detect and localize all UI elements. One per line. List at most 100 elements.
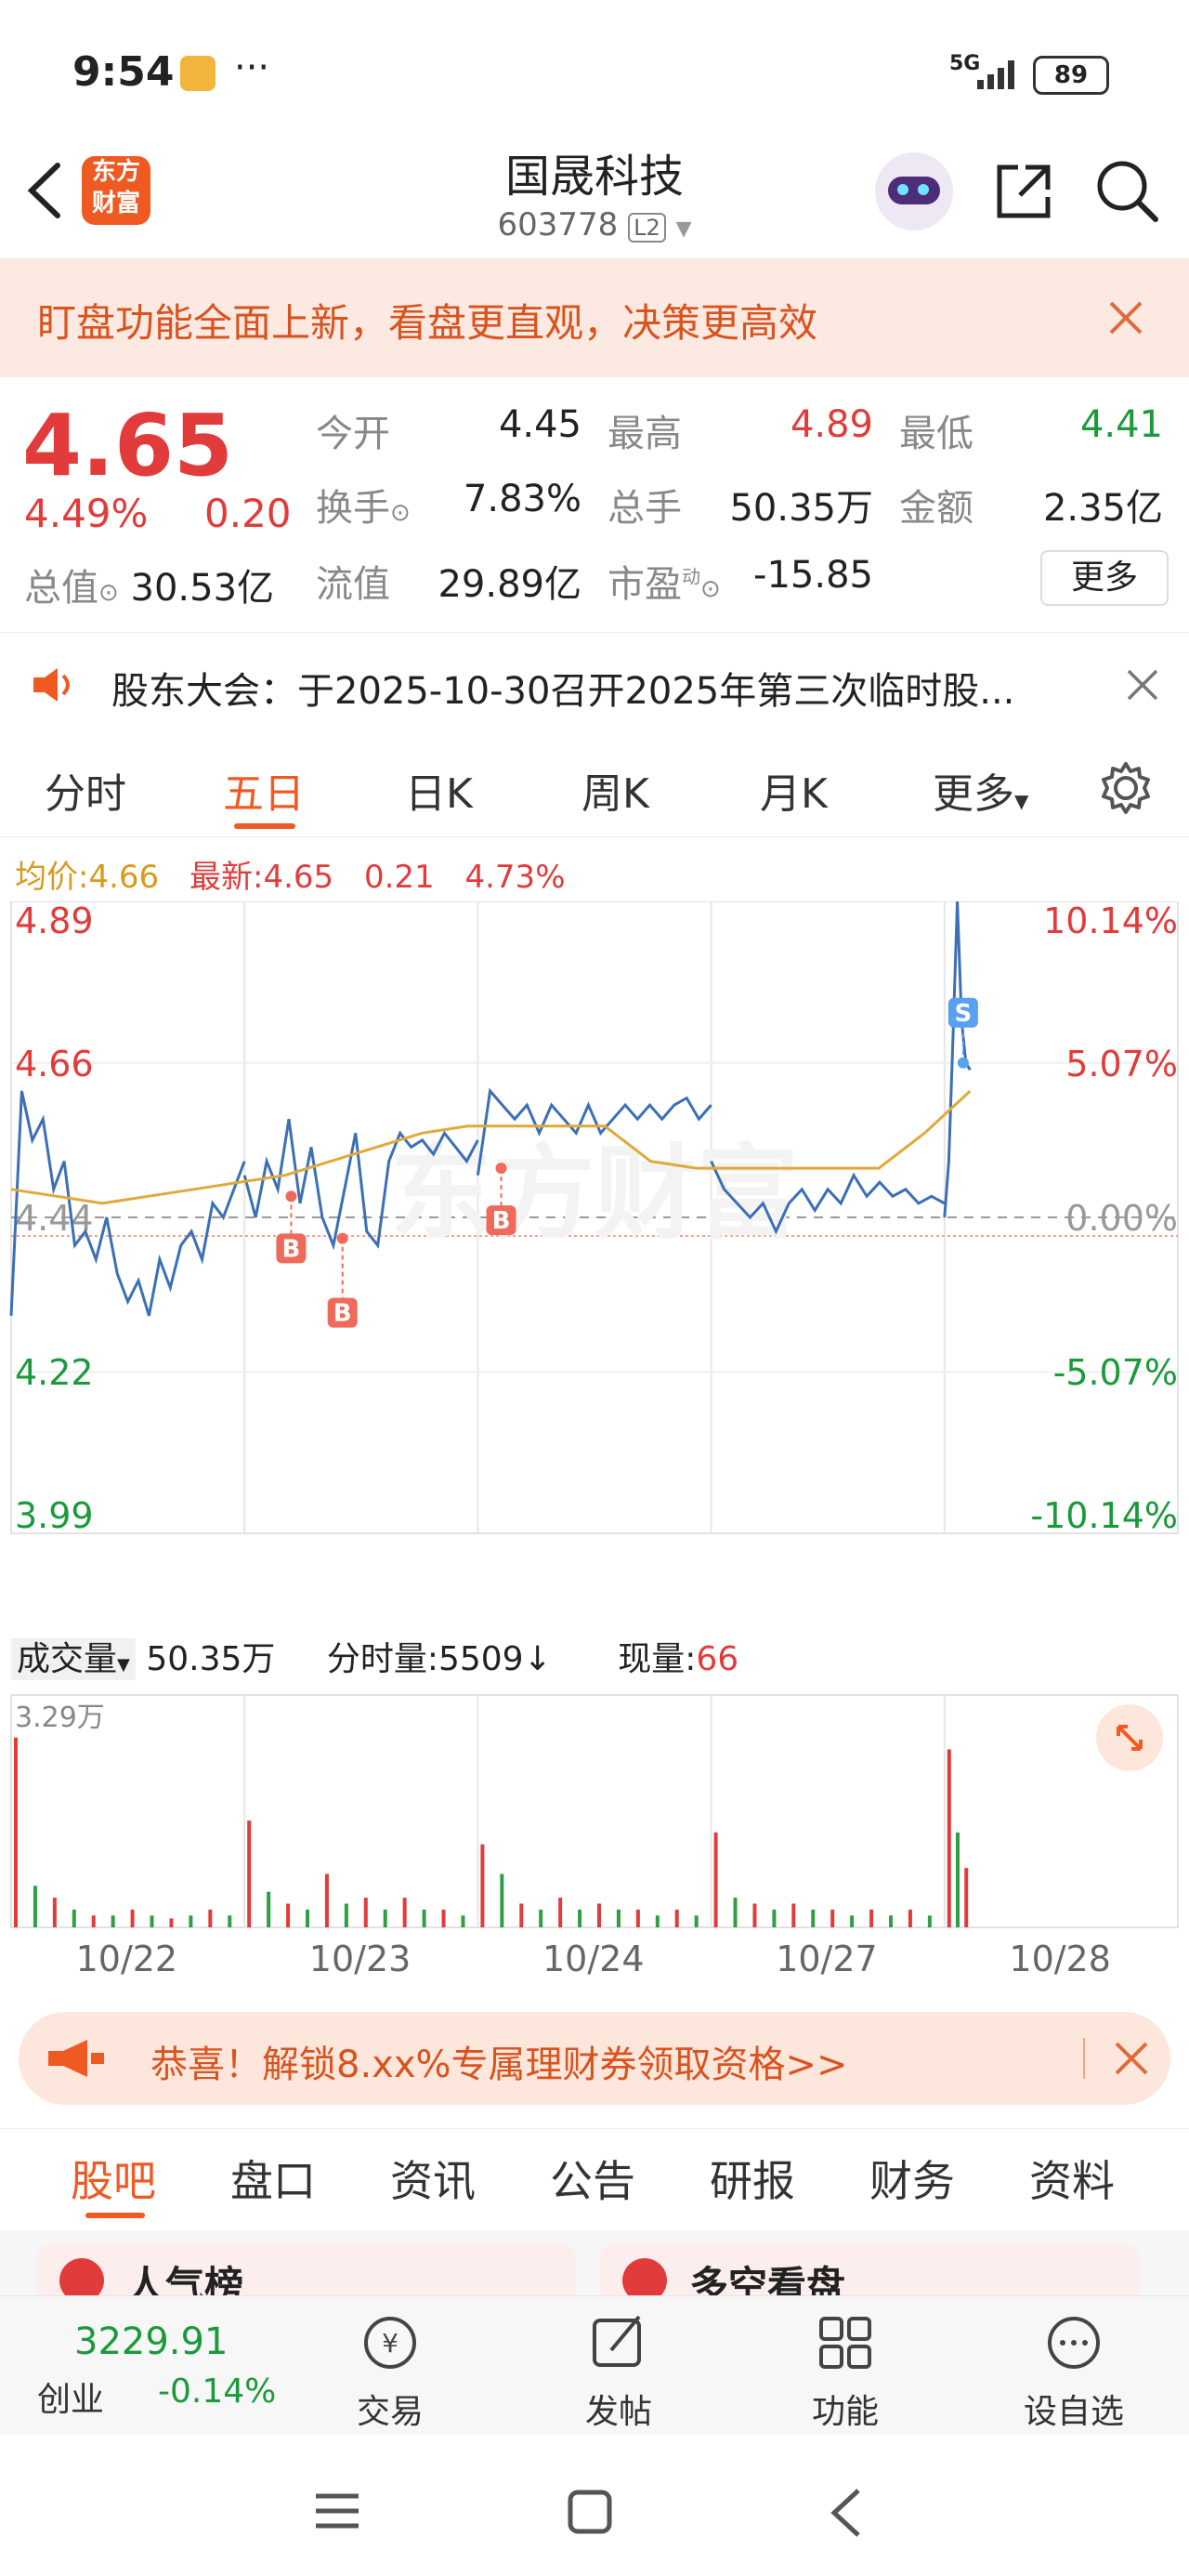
high-label: 最高 bbox=[608, 413, 682, 455]
vs-icon bbox=[622, 2258, 667, 2295]
y-tick-right: 0.00% bbox=[1065, 1198, 1178, 1239]
volume-bar bbox=[752, 1903, 757, 1927]
volume-bar bbox=[869, 1909, 874, 1927]
five-day-chart[interactable]: 均价:4.66 最新:4.65 0.21 4.73% 东方财富 4.89 4.66 4… bbox=[0, 836, 1189, 1989]
volume-bar bbox=[947, 1749, 951, 1927]
expand-icon[interactable] bbox=[1096, 1704, 1163, 1771]
nav-functions[interactable]: 功能 bbox=[771, 2309, 920, 2433]
tab-finance[interactable]: 财务 bbox=[869, 2148, 955, 2209]
chart-info-row: 均价:4.66 最新:4.65 0.21 4.73% bbox=[15, 859, 566, 896]
volume-bar bbox=[461, 1915, 465, 1927]
volume-bar bbox=[539, 1909, 543, 1927]
back-icon[interactable] bbox=[20, 158, 67, 223]
volume-chart[interactable]: 3.29万 bbox=[0, 1691, 1189, 1933]
index-ticker[interactable]: 3229.91 创业 -0.14% bbox=[37, 2304, 288, 2428]
share-icon[interactable] bbox=[990, 158, 1057, 225]
close-icon[interactable] bbox=[1126, 668, 1159, 702]
trade-marker-label: B bbox=[333, 1300, 352, 1328]
low-value: 4.41 bbox=[1079, 403, 1163, 446]
volume-bar bbox=[811, 1909, 816, 1927]
tab-guba[interactable]: 股吧 bbox=[71, 2148, 156, 2209]
volume-info-row: 成交量▼ 50.35万 分时量:5509↓ 现量:66 bbox=[11, 1632, 738, 1680]
nav-add-watchlist[interactable]: 设自选 bbox=[1000, 2309, 1148, 2433]
nav-post[interactable]: 发帖 bbox=[544, 2309, 693, 2433]
nav-trade[interactable]: ¥ 交易 bbox=[316, 2309, 464, 2433]
back-nav-icon[interactable] bbox=[827, 2487, 864, 2539]
volume-bar bbox=[189, 1915, 193, 1927]
current-price: 4.65 bbox=[22, 396, 233, 495]
tab-news[interactable]: 资讯 bbox=[390, 2148, 476, 2209]
price-chart[interactable]: 东方财富 4.89 4.66 4.44 4.22 3.99 10.14% 5.07% 0.00%… bbox=[0, 901, 1189, 1543]
menu-icon[interactable] bbox=[314, 2491, 360, 2531]
tab-more[interactable]: 更多▼ bbox=[933, 760, 1028, 820]
tab-five-day[interactable]: 五日 bbox=[223, 760, 305, 820]
stock-name: 国晟科技 bbox=[504, 151, 684, 203]
tab-pankou[interactable]: 盘口 bbox=[230, 2148, 316, 2209]
close-icon[interactable] bbox=[1107, 299, 1144, 336]
y-tick-right: 10.14% bbox=[1043, 901, 1178, 941]
popularity-card[interactable]: 人气榜 bbox=[37, 2243, 576, 2295]
trade-icon: ¥ bbox=[364, 2317, 416, 2369]
volume-bar bbox=[850, 1915, 855, 1927]
volume-max-label: 3.29万 bbox=[15, 1702, 105, 1734]
volume-bar bbox=[519, 1903, 524, 1927]
speaker-icon bbox=[33, 668, 70, 702]
app-logo[interactable]: 东方 财富 bbox=[82, 156, 150, 225]
tab-monthly-k[interactable]: 月K bbox=[760, 760, 828, 820]
volume-bar bbox=[480, 1844, 485, 1927]
x-tick-label: 10/22 bbox=[75, 1939, 178, 1979]
volume-frame bbox=[10, 1694, 1179, 1928]
long-short-card[interactable]: 多空看盘 bbox=[600, 2243, 1139, 2295]
search-icon[interactable] bbox=[1092, 156, 1163, 227]
feature-banner[interactable]: 盯盘功能全面上新，看盘更直观，决策更高效 bbox=[0, 258, 1189, 377]
settings-icon[interactable] bbox=[1098, 760, 1154, 816]
promo-text: 恭喜！解锁8.xx%专属理财券领取资格>> bbox=[150, 2044, 848, 2086]
bottom-navigation: 3229.91 创业 -0.14% ¥ 交易 发帖 功能 设自选 bbox=[0, 2295, 1189, 2436]
volume-bar bbox=[694, 1915, 699, 1927]
change-percent: 4.49% bbox=[24, 491, 149, 536]
status-more: ··· bbox=[234, 46, 270, 89]
active-tab-indicator bbox=[85, 2213, 145, 2218]
volume-bar bbox=[383, 1909, 387, 1927]
y-tick-left: 4.89 bbox=[15, 901, 94, 941]
megaphone-icon bbox=[48, 2040, 104, 2077]
volume-bar bbox=[772, 1909, 777, 1927]
ai-assistant-icon[interactable] bbox=[875, 152, 953, 230]
volume-bar bbox=[208, 1909, 213, 1927]
volume-bar bbox=[344, 1903, 348, 1927]
volume-bar bbox=[286, 1903, 291, 1927]
volume-bar bbox=[363, 1898, 368, 1927]
tab-research[interactable]: 研报 bbox=[710, 2148, 795, 2209]
home-icon[interactable] bbox=[567, 2489, 613, 2535]
promo-banner[interactable]: 恭喜！解锁8.xx%专属理财券领取资格>> bbox=[19, 2012, 1170, 2105]
tab-daily-k[interactable]: 日K bbox=[405, 760, 473, 820]
tab-intraday[interactable]: 分时 bbox=[45, 760, 126, 820]
close-icon[interactable] bbox=[1113, 2040, 1150, 2077]
stock-code-row[interactable]: 603778 L2 ▼ bbox=[409, 206, 780, 243]
active-tab-indicator bbox=[234, 823, 295, 829]
volume-bar bbox=[927, 1915, 932, 1927]
y-tick-left: 3.99 bbox=[15, 1495, 94, 1536]
chart-tabs: 分时 五日 日K 周K 月K 更多▼ bbox=[0, 734, 1189, 837]
y-tick-left: 4.22 bbox=[15, 1352, 94, 1393]
notice-bar[interactable]: 股东大会：于2025-10-30召开2025年第三次临时股... bbox=[0, 632, 1189, 736]
fire-icon bbox=[59, 2258, 104, 2295]
volume-total-value: 50.35万 bbox=[729, 487, 873, 530]
pe-label: 市盈动⊙ bbox=[608, 563, 721, 606]
volume-bar bbox=[908, 1909, 912, 1927]
tab-weekly-k[interactable]: 周K bbox=[581, 760, 649, 820]
volume-bar bbox=[306, 1909, 309, 1927]
volume-selector[interactable]: 成交量▼ bbox=[11, 1638, 136, 1680]
turnover-value: 7.83% bbox=[463, 478, 581, 520]
turnover-label: 换手⊙ bbox=[316, 487, 411, 530]
x-axis-labels: 10/22 10/23 10/24 10/27 10/28 bbox=[0, 1939, 1189, 1985]
volume-bar bbox=[111, 1915, 115, 1927]
more-button[interactable]: 更多 bbox=[1040, 550, 1169, 606]
grid-icon bbox=[819, 2317, 871, 2369]
volume-bar bbox=[597, 1903, 601, 1927]
volume-bar bbox=[72, 1909, 76, 1927]
volume-bar bbox=[956, 1832, 960, 1927]
x-tick-label: 10/24 bbox=[542, 1939, 645, 1979]
tab-announcements[interactable]: 公告 bbox=[550, 2148, 635, 2209]
tab-profile[interactable]: 资料 bbox=[1029, 2148, 1115, 2209]
